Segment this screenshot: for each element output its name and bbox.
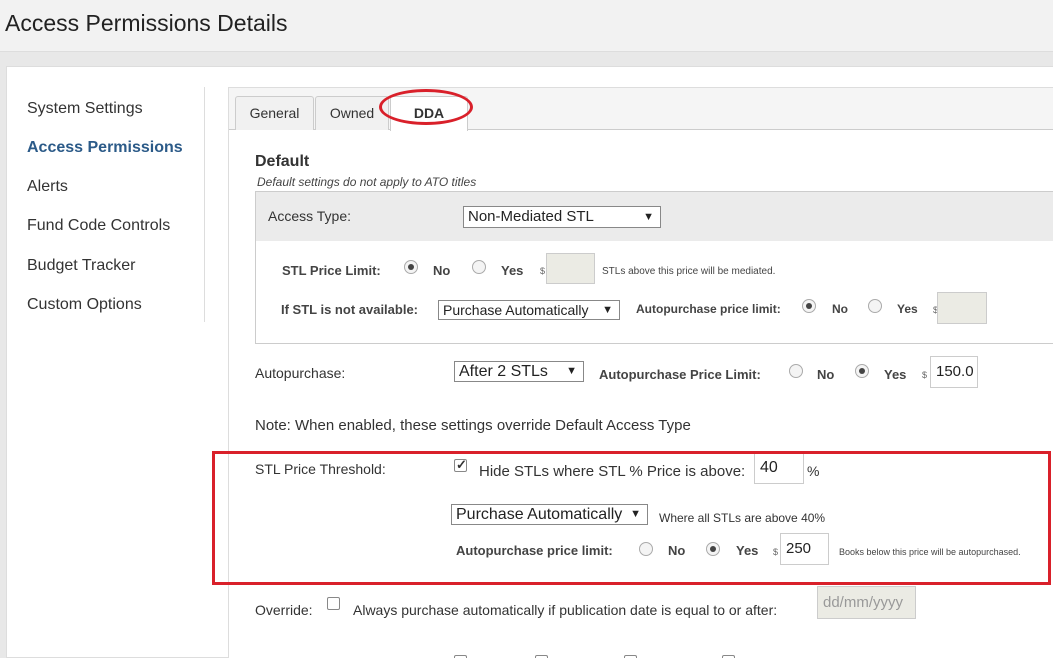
stl-price-limit-hint: STLs above this price will be mediated. bbox=[602, 266, 776, 277]
dollar-sign: $ bbox=[922, 370, 928, 380]
highlight-rectangle bbox=[212, 451, 1051, 585]
nav-item-custom-options[interactable]: Custom Options bbox=[27, 296, 142, 314]
default-settings-box: Access Type: Non-Mediated STL ▼ STL Pric… bbox=[255, 191, 1053, 344]
tab-general[interactable]: General bbox=[235, 96, 314, 130]
chevron-down-icon: ▼ bbox=[602, 304, 613, 316]
nav-item-fund-code-controls[interactable]: Fund Code Controls bbox=[27, 217, 170, 235]
if-stl-unavailable-value: Purchase Automatically bbox=[443, 302, 589, 318]
page-header: Access Permissions Details bbox=[0, 0, 1053, 52]
nav-item-system-settings[interactable]: System Settings bbox=[27, 100, 143, 118]
autopurchase-label: Autopurchase: bbox=[255, 365, 346, 381]
access-type-select[interactable]: Non-Mediated STL ▼ bbox=[463, 206, 661, 228]
autopurchase-price-limit-label: Autopurchase Price Limit: bbox=[599, 367, 761, 382]
default-section-title: Default bbox=[255, 153, 310, 170]
stl-price-limit-yes-label: Yes bbox=[501, 263, 524, 278]
autopurchase-limit-yes-radio[interactable] bbox=[868, 299, 882, 313]
nav-item-alerts[interactable]: Alerts bbox=[27, 178, 68, 196]
stl-price-limit-label: STL Price Limit: bbox=[282, 263, 381, 278]
autopurchase-price-limit-no-radio[interactable] bbox=[789, 364, 803, 378]
autopurchase-price-limit-label: Autopurchase price limit: bbox=[636, 302, 781, 316]
override-checkbox[interactable] bbox=[327, 597, 340, 610]
access-type-row: Access Type: Non-Mediated STL ▼ bbox=[256, 192, 1053, 241]
chevron-down-icon: ▼ bbox=[643, 211, 654, 223]
nav-item-budget-tracker[interactable]: Budget Tracker bbox=[27, 257, 136, 275]
stl-price-limit-no-label: No bbox=[433, 263, 451, 278]
dollar-sign: $ bbox=[540, 266, 546, 276]
tab-bar: General Owned DDA bbox=[229, 88, 1053, 131]
autopurchase-price-limit-input[interactable]: 150.0 bbox=[930, 356, 978, 388]
override-note: Note: When enabled, these settings overr… bbox=[255, 417, 691, 434]
override-date-input[interactable]: dd/mm/yyyy bbox=[817, 586, 916, 619]
if-stl-unavailable-label: If STL is not available: bbox=[281, 302, 419, 317]
stl-price-limit-no-radio[interactable] bbox=[404, 260, 418, 274]
nav-item-access-permissions[interactable]: Access Permissions bbox=[27, 139, 183, 157]
autopurchase-price-limit-yes-radio[interactable] bbox=[855, 364, 869, 378]
page-title: Access Permissions Details bbox=[5, 10, 288, 36]
stl-price-limit-yes-radio[interactable] bbox=[472, 260, 486, 274]
tab-owned[interactable]: Owned bbox=[315, 96, 389, 130]
autopurchase-limit-yes-label: Yes bbox=[897, 302, 918, 316]
settings-nav: System Settings Access Permissions Alert… bbox=[7, 87, 205, 322]
chevron-down-icon: ▼ bbox=[566, 365, 577, 377]
autopurchase-price-limit-yes-label: Yes bbox=[884, 367, 907, 382]
autopurchase-value: After 2 STLs bbox=[459, 363, 548, 380]
override-text: Always purchase automatically if publica… bbox=[353, 602, 778, 618]
if-stl-unavailable-select[interactable]: Purchase Automatically ▼ bbox=[438, 300, 620, 320]
autopurchase-price-limit-no-label: No bbox=[817, 367, 835, 382]
autopurchase-limit-no-radio[interactable] bbox=[802, 299, 816, 313]
override-label: Override: bbox=[255, 602, 313, 618]
highlight-oval bbox=[379, 89, 473, 125]
stl-price-limit-input[interactable] bbox=[546, 253, 595, 284]
default-section-note: Default settings do not apply to ATO tit… bbox=[257, 175, 477, 189]
access-type-value: Non-Mediated STL bbox=[468, 208, 594, 225]
autopurchase-limit-no-label: No bbox=[832, 302, 848, 316]
autopurchase-select[interactable]: After 2 STLs ▼ bbox=[454, 361, 584, 382]
access-type-label: Access Type: bbox=[268, 208, 352, 224]
autopurchase-price-limit-input[interactable] bbox=[937, 292, 987, 324]
